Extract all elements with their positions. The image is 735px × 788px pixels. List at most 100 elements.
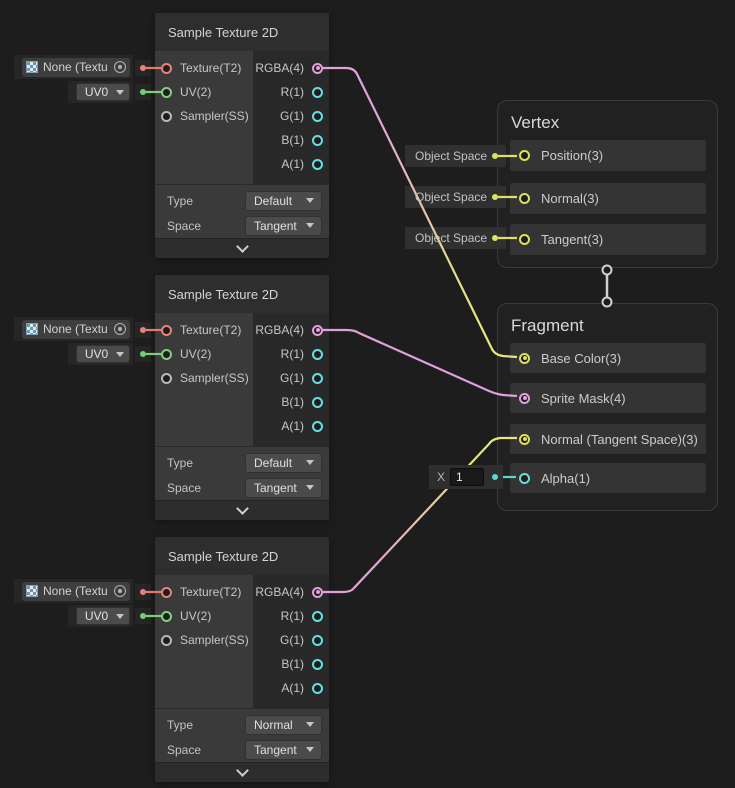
rgba-output-port[interactable] xyxy=(312,587,323,598)
sprite-mask-input-port[interactable] xyxy=(519,393,530,404)
node-title[interactable]: Sample Texture 2D xyxy=(155,275,329,313)
object-space-binding[interactable]: Object Space xyxy=(405,227,506,249)
node-controls: Type Default Space Tangent xyxy=(155,184,329,238)
uv-port-dot xyxy=(140,613,146,619)
space-dropdown[interactable]: Tangent xyxy=(245,740,322,760)
vertex-row-position[interactable]: Position(3) xyxy=(510,140,706,171)
texture-field-value: None (Textu xyxy=(43,584,114,598)
a-output-port[interactable] xyxy=(312,159,323,170)
space-dropdown[interactable]: Tangent xyxy=(245,216,322,236)
tangent-input-port[interactable] xyxy=(519,234,530,245)
row-label: Base Color(3) xyxy=(541,351,621,366)
r-output-port[interactable] xyxy=(312,87,323,98)
object-picker-icon[interactable] xyxy=(114,585,126,597)
texture-input-port[interactable] xyxy=(161,325,172,336)
sample-texture-2d-node-1[interactable]: Sample Texture 2D Texture(T2) UV(2) Samp… xyxy=(155,13,329,258)
texture-object-field[interactable]: None (Textu xyxy=(22,582,130,601)
rgba-output-port[interactable] xyxy=(312,63,323,74)
binding-label: Object Space xyxy=(415,190,492,204)
output-row-b: B(1) xyxy=(253,652,329,676)
fragment-row-normal-ts[interactable]: Normal (Tangent Space)(3) xyxy=(510,424,706,454)
node-title[interactable]: Sample Texture 2D xyxy=(155,537,329,575)
uv-channel-dropdown[interactable]: UV0 xyxy=(76,83,130,101)
a-output-port[interactable] xyxy=(312,421,323,432)
normal-tangent-space-input-port[interactable] xyxy=(519,434,530,445)
uv-input-port[interactable] xyxy=(161,611,172,622)
texture-input-port[interactable] xyxy=(161,587,172,598)
g-output-port[interactable] xyxy=(312,111,323,122)
g-output-port[interactable] xyxy=(312,373,323,384)
object-space-binding[interactable]: Object Space xyxy=(405,186,506,208)
node-title[interactable]: Sample Texture 2D xyxy=(155,13,329,51)
collapse-button[interactable] xyxy=(155,238,329,258)
object-space-binding[interactable]: Object Space xyxy=(405,145,506,167)
rgba-output-port[interactable] xyxy=(312,325,323,336)
sample-texture-2d-node-2[interactable]: Sample Texture 2D Texture(T2) UV(2) Samp… xyxy=(155,275,329,520)
sample-texture-2d-node-3[interactable]: Sample Texture 2D Texture(T2) UV(2) Samp… xyxy=(155,537,329,782)
texture-field-value: None (Textu xyxy=(43,322,114,336)
g-output-port[interactable] xyxy=(312,635,323,646)
space-dropdown-value: Tangent xyxy=(246,219,306,233)
chevron-down-icon xyxy=(236,764,249,777)
texture-input-port[interactable] xyxy=(161,63,172,74)
alpha-value-input[interactable] xyxy=(450,468,484,486)
shader-graph-canvas[interactable]: Sample Texture 2D Texture(T2) UV(2) Samp… xyxy=(0,0,735,788)
b-output-port[interactable] xyxy=(312,659,323,670)
type-dropdown[interactable]: Default xyxy=(245,191,322,211)
texture-port-dot xyxy=(140,589,146,595)
chevron-down-icon xyxy=(236,240,249,253)
port-label: A(1) xyxy=(281,157,304,171)
uv-input-port[interactable] xyxy=(161,87,172,98)
r-output-port[interactable] xyxy=(312,611,323,622)
collapse-button[interactable] xyxy=(155,762,329,782)
object-picker-icon[interactable] xyxy=(114,323,126,335)
alpha-input-port[interactable] xyxy=(519,473,530,484)
input-row-texture: Texture(T2) xyxy=(155,318,253,342)
type-dropdown-value: Default xyxy=(246,456,306,470)
base-color-input-port[interactable] xyxy=(519,353,530,364)
b-output-port[interactable] xyxy=(312,135,323,146)
fragment-row-base-color[interactable]: Base Color(3) xyxy=(510,343,706,373)
input-row-sampler: Sampler(SS) xyxy=(155,104,253,128)
type-dropdown[interactable]: Default xyxy=(245,453,322,473)
b-output-port[interactable] xyxy=(312,397,323,408)
fragment-row-alpha[interactable]: Alpha(1) xyxy=(510,463,706,493)
space-label: Space xyxy=(167,219,245,233)
vertex-block[interactable]: Vertex Position(3) Normal(3) Tangent(3) xyxy=(497,100,718,268)
space-dropdown[interactable]: Tangent xyxy=(245,478,322,498)
binding-label: Object Space xyxy=(415,149,492,163)
uv-input-port[interactable] xyxy=(161,349,172,360)
r-output-port[interactable] xyxy=(312,349,323,360)
node-controls: Type Default Space Tangent xyxy=(155,446,329,500)
row-label: Normal (Tangent Space)(3) xyxy=(541,432,698,447)
input-row-uv: UV(2) xyxy=(155,604,253,628)
type-dropdown-value: Default xyxy=(246,194,306,208)
port-dot-box xyxy=(135,322,151,338)
port-label: Sampler(SS) xyxy=(180,371,249,385)
output-row-g: G(1) xyxy=(253,366,329,390)
vertex-row-normal[interactable]: Normal(3) xyxy=(510,183,706,214)
collapse-button[interactable] xyxy=(155,500,329,520)
object-picker-icon[interactable] xyxy=(114,61,126,73)
port-label: R(1) xyxy=(281,85,304,99)
uv-channel-dropdown[interactable]: UV0 xyxy=(76,345,130,363)
texture-object-field[interactable]: None (Textu xyxy=(22,58,130,77)
port-label: Texture(T2) xyxy=(180,61,241,75)
port-dot-box xyxy=(135,84,151,100)
sampler-input-port[interactable] xyxy=(161,111,172,122)
output-row-rgba: RGBA(4) xyxy=(253,318,329,342)
normal-input-port[interactable] xyxy=(519,193,530,204)
a-output-port[interactable] xyxy=(312,683,323,694)
uv-channel-dropdown[interactable]: UV0 xyxy=(76,607,130,625)
sampler-input-port[interactable] xyxy=(161,373,172,384)
port-label: B(1) xyxy=(281,133,304,147)
vertex-row-tangent[interactable]: Tangent(3) xyxy=(510,224,706,255)
type-dropdown[interactable]: Normal xyxy=(245,715,322,735)
position-input-port[interactable] xyxy=(519,150,530,161)
texture-object-field[interactable]: None (Textu xyxy=(22,320,130,339)
output-row-r: R(1) xyxy=(253,604,329,628)
sampler-input-port[interactable] xyxy=(161,635,172,646)
fragment-block[interactable]: Fragment Base Color(3) Sprite Mask(4) No… xyxy=(497,303,718,511)
fragment-row-sprite-mask[interactable]: Sprite Mask(4) xyxy=(510,383,706,413)
output-row-g: G(1) xyxy=(253,628,329,652)
